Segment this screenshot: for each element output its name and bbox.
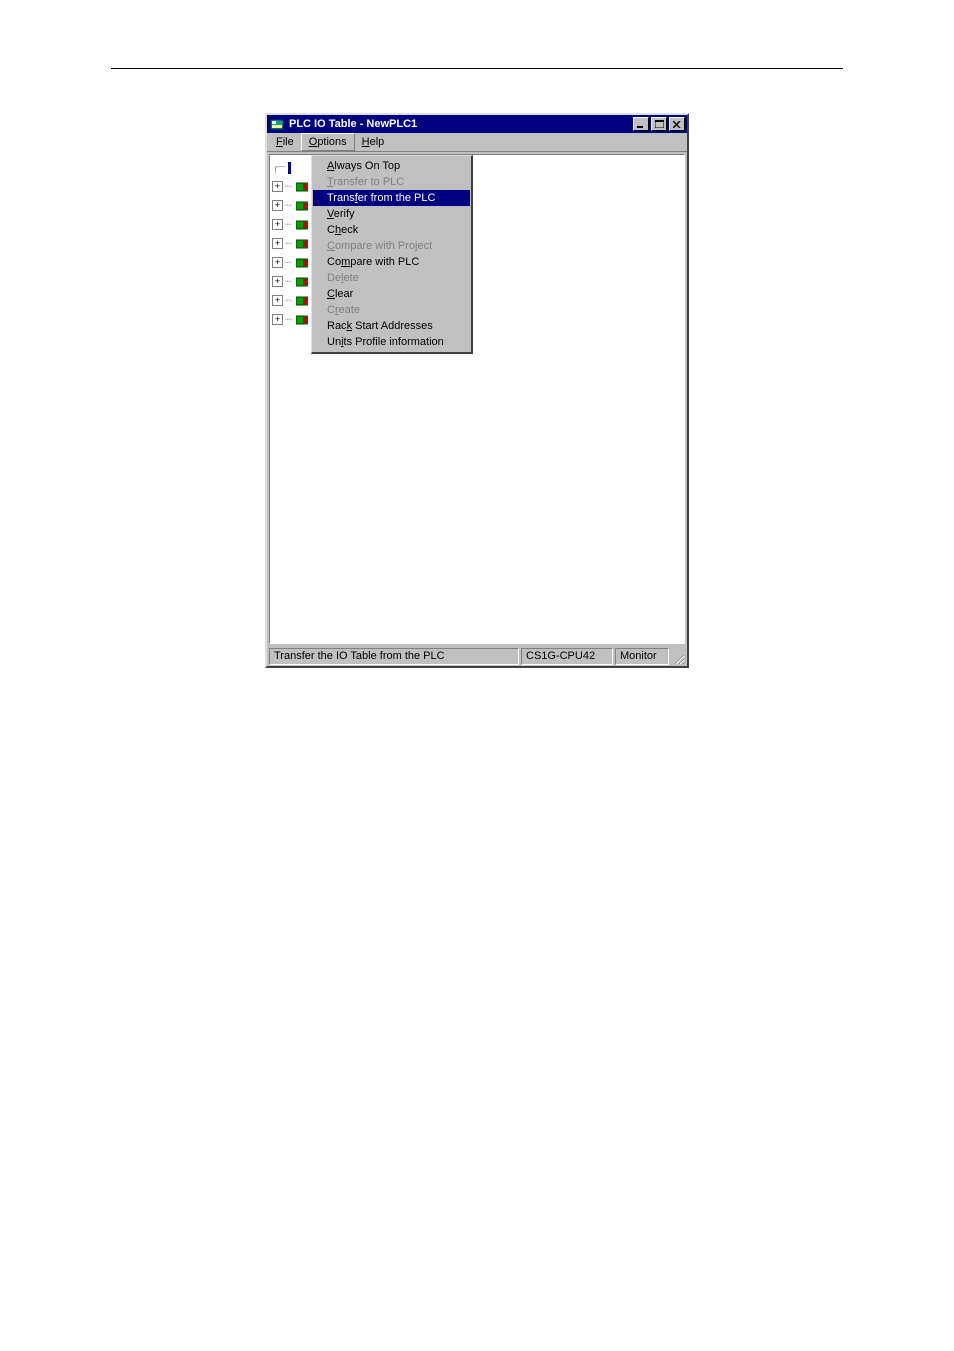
- rack-icon: [296, 182, 308, 192]
- menu-item-units-profile-information[interactable]: Units Profile information: [313, 334, 470, 350]
- titlebar[interactable]: PLC IO Table - NewPLC1: [267, 115, 687, 133]
- menu-item-delete: Delete: [313, 270, 470, 286]
- expand-icon[interactable]: +: [272, 238, 283, 249]
- menu-item-always-on-top[interactable]: Always On Top: [313, 158, 470, 174]
- status-mode: Monitor: [615, 648, 669, 665]
- menu-help[interactable]: Help: [355, 134, 392, 150]
- menu-item-transfer-from-the-plc[interactable]: Transfer from the PLC: [313, 190, 470, 206]
- rack-icon: [296, 239, 308, 249]
- rack-icon: [296, 220, 308, 230]
- menu-item-check[interactable]: Check: [313, 222, 470, 238]
- statusbar: Transfer the IO Table from the PLC CS1G-…: [267, 646, 687, 666]
- rack-icon: [296, 201, 308, 211]
- rack-icon: [296, 277, 308, 287]
- close-button[interactable]: [669, 117, 685, 131]
- menu-item-clear[interactable]: Clear: [313, 286, 470, 302]
- status-cpu: CS1G-CPU42: [521, 648, 613, 665]
- rack-icon: [296, 258, 308, 268]
- status-hint: Transfer the IO Table from the PLC: [269, 648, 519, 665]
- expand-icon[interactable]: +: [272, 219, 283, 230]
- expand-icon[interactable]: +: [272, 200, 283, 211]
- resize-grip[interactable]: [671, 648, 685, 665]
- options-menu-dropdown: Always On TopTransfer to PLCTransfer fro…: [311, 155, 473, 354]
- menu-item-verify[interactable]: Verify: [313, 206, 470, 222]
- window-title: PLC IO Table - NewPLC1: [289, 118, 633, 130]
- expand-icon[interactable]: +: [272, 295, 283, 306]
- menu-item-create: Create: [313, 302, 470, 318]
- plc-io-table-window: PLC IO Table - NewPLC1 File Options Help…: [265, 113, 689, 668]
- rack-icon: [296, 296, 308, 306]
- expand-icon[interactable]: +: [272, 314, 283, 325]
- menu-item-rack-start-addresses[interactable]: Rack Start Addresses: [313, 318, 470, 334]
- menu-item-compare-with-plc[interactable]: Compare with PLC: [313, 254, 470, 270]
- maximize-button[interactable]: [651, 117, 667, 131]
- expand-icon[interactable]: +: [272, 181, 283, 192]
- menu-file[interactable]: File: [269, 134, 301, 150]
- client-area: ┌┈ + ┈ + ┈ + ┈: [269, 154, 685, 644]
- rack-icon: [296, 315, 308, 325]
- menubar: File Options Help: [267, 133, 687, 152]
- menu-options[interactable]: Options: [301, 133, 355, 151]
- expand-icon[interactable]: +: [272, 257, 283, 268]
- system-icon[interactable]: [269, 116, 285, 132]
- menu-item-compare-with-project: Compare with Project: [313, 238, 470, 254]
- minimize-button[interactable]: [633, 117, 649, 131]
- expand-icon[interactable]: +: [272, 276, 283, 287]
- menu-item-transfer-to-plc: Transfer to PLC: [313, 174, 470, 190]
